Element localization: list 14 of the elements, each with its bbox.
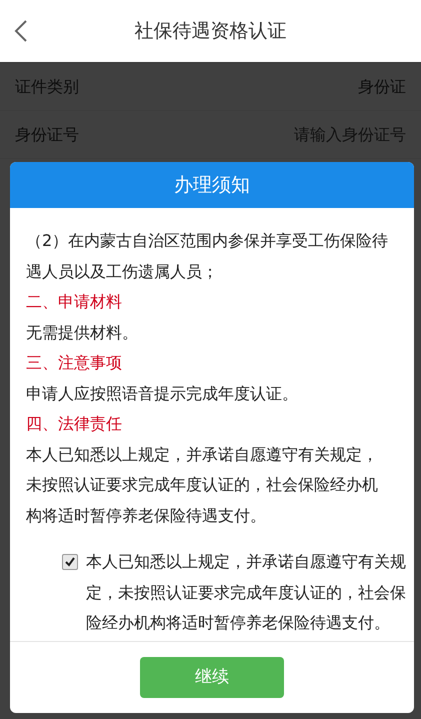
section-heading: 四、法律责任 [26,413,123,435]
section-heading: 二、申请材料 [26,291,123,313]
notice-paragraph: （2）在内蒙古自治区范围内参保并享受工伤保险待遇人员以及工伤遗属人员； [26,230,390,282]
continue-button[interactable]: 继续 [140,657,284,698]
agreement-text: 本人已知悉以上规定，并承诺自愿遵守有关规定，未按照认证要求完成年度认证的，社会保险经办机构将适时暂停养老保险待遇支付。 [86,551,406,634]
check-icon [64,556,76,568]
notice-paragraph: 无需提供材料。 [26,322,139,344]
notice-paragraph: 申请人应按照语音提示完成年度认证。 [26,382,299,404]
page-title: 社保待遇资格认证 [134,18,286,44]
back-icon[interactable] [14,19,28,43]
section-heading: 三、注意事项 [26,352,123,374]
dialog-title: 办理须知 [174,172,250,198]
agreement-checkbox[interactable] [62,554,78,570]
notice-paragraph: 本人已知悉以上规定，并承诺自愿遵守有关规定，未按照认证要求完成年度认证的，社会保险经办机构将适时暂停养老保险待遇支付。 [26,444,379,526]
